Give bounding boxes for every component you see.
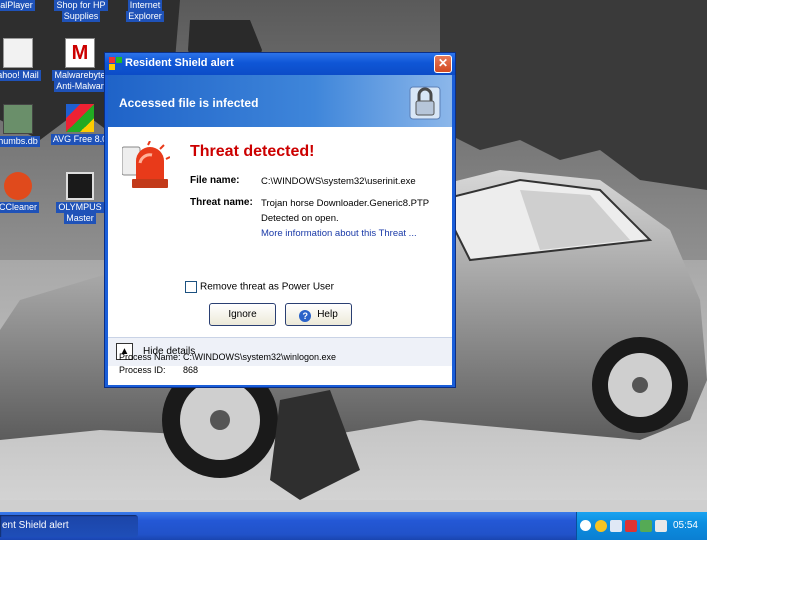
tray-network-icon[interactable] <box>610 520 622 532</box>
desktop-icon-label: OLYMPUS <box>56 202 104 213</box>
desktop-screen: ealPlayer Shop for HP Supplies Internet … <box>0 0 707 540</box>
ignore-button[interactable]: Ignore <box>209 303 276 326</box>
more-info-link[interactable]: More information about this Threat ... <box>261 228 417 239</box>
file-icon <box>3 104 33 134</box>
desktop-icon-label: CCleaner <box>0 202 40 213</box>
desktop-icon-yahoo-mail[interactable]: ahoo! Mail <box>0 38 50 81</box>
tray-security-icon[interactable] <box>640 520 652 532</box>
taskbar-button-resident-shield[interactable]: ent Shield alert <box>0 515 138 537</box>
desktop-icon-malwarebytes[interactable]: M Malwarebyte Anti-Malwar <box>48 38 112 92</box>
ccleaner-icon <box>4 172 32 200</box>
desktop-icon-olympus-master[interactable]: OLYMPUS Master <box>48 172 112 224</box>
close-icon: ✕ <box>437 56 449 70</box>
dialog-title: Resident Shield alert <box>125 57 234 69</box>
banner-heading: Accessed file is infected <box>119 96 259 110</box>
desktop-icon-label: Shop for HP <box>54 0 108 11</box>
remove-threat-option[interactable]: Remove threat as Power User <box>185 281 334 293</box>
taskbar: ent Shield alert 05:54 <box>0 512 707 540</box>
system-tray: 05:54 <box>576 512 707 540</box>
file-name-value: C:\WINDOWS\system32\userinit.exe <box>261 176 416 187</box>
threat-detected-heading: Threat detected! <box>190 143 315 160</box>
desktop-icon-internet-explorer[interactable]: Internet Explorer <box>113 0 177 22</box>
process-id-label: Process ID: <box>119 365 166 375</box>
avg-logo-icon <box>109 57 122 70</box>
olympus-icon <box>66 172 94 200</box>
desktop-icon-realplayer[interactable]: ealPlayer <box>0 0 46 11</box>
process-id-value: 868 <box>183 365 199 375</box>
detected-on-text: Detected on open. <box>261 213 339 224</box>
process-name-value: C:\WINDOWS\system32\winlogon.exe <box>183 352 337 362</box>
desktop-icon-label: Malwarebyte <box>52 70 108 81</box>
desktop-icon-ccleaner[interactable]: CCleaner <box>0 172 50 213</box>
process-name-row: Process Name: C:\WINDOWS\system32\winlog… <box>119 352 336 362</box>
desktop-icon-thumbs-db[interactable]: humbs.db <box>0 104 50 147</box>
tray-avg-icon[interactable] <box>625 520 637 532</box>
threat-name-value: Trojan horse Downloader.Generic8.PTP <box>261 198 430 209</box>
desktop-icon-hp-supplies[interactable]: Shop for HP Supplies <box>49 0 113 22</box>
close-button[interactable]: ✕ <box>434 55 452 73</box>
desktop-icon-label: Explorer <box>126 11 164 22</box>
desktop-icon-label: humbs.db <box>0 136 40 147</box>
tray-chevron-icon[interactable] <box>580 520 591 531</box>
desktop-icon-label: AVG Free 8.0 <box>50 134 110 145</box>
desktop-icon-label: Master <box>64 213 96 224</box>
desktop-icon-label: ahoo! Mail <box>0 70 41 81</box>
desktop-icon-label: Internet <box>127 0 163 11</box>
remove-threat-label: Remove threat as Power User <box>200 281 334 293</box>
yahoo-mail-icon <box>3 38 33 68</box>
avg-icon <box>66 104 94 132</box>
dialog-titlebar[interactable]: Resident Shield alert ✕ <box>105 53 455 75</box>
process-name-label: Process Name: <box>119 352 181 362</box>
file-name-label: File name: <box>190 175 240 186</box>
alarm-siren-icon <box>122 141 170 188</box>
threat-name-label: Threat name: <box>190 197 253 208</box>
resident-shield-alert-dialog: Resident Shield alert ✕ Accessed file is… <box>104 52 456 388</box>
tray-volume-icon[interactable] <box>655 520 667 532</box>
padlock-icon <box>409 86 441 120</box>
help-button[interactable]: ? Help <box>285 303 352 326</box>
desktop-icon-avg[interactable]: AVG Free 8.0 <box>48 104 112 145</box>
desktop-icon-label: ealPlayer <box>0 0 35 11</box>
taskbar-clock[interactable]: 05:54 <box>673 520 698 531</box>
process-id-row: Process ID: 868 <box>119 365 198 375</box>
tray-messenger-icon[interactable] <box>595 520 607 532</box>
desktop-icon-label: Anti-Malwar <box>54 81 106 92</box>
malwarebytes-icon: M <box>65 38 95 68</box>
help-icon: ? <box>299 310 312 322</box>
desktop-icon-label: Supplies <box>61 11 101 22</box>
dialog-body: Accessed file is infected Threat detecte… <box>108 75 452 385</box>
help-button-label: Help <box>317 309 338 320</box>
remove-threat-checkbox[interactable] <box>185 281 197 293</box>
dialog-banner: Accessed file is infected <box>108 75 452 127</box>
